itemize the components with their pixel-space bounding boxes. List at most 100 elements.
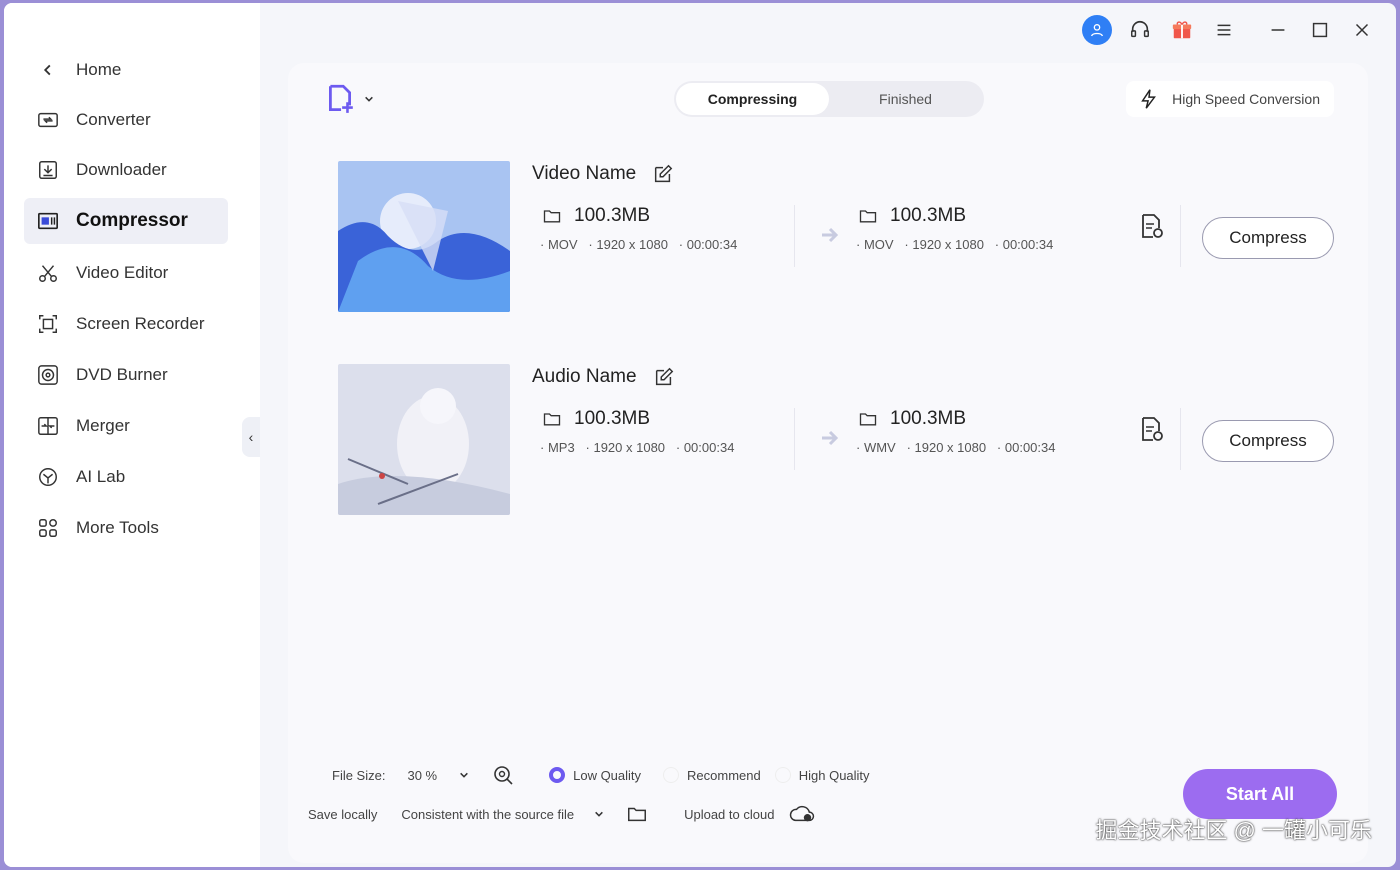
source-resolution: 1920 x 1080 [596, 237, 668, 252]
sidebar-item-label: DVD Burner [76, 365, 168, 384]
chevron-down-icon [365, 96, 373, 102]
sidebar-item-video-editor[interactable]: Video Editor [24, 250, 228, 296]
tab-compressing[interactable]: Compressing [676, 83, 829, 115]
sidebar-item-label: Merger [76, 416, 130, 435]
low-quality-option[interactable]: Low Quality [549, 767, 641, 783]
high-quality-option[interactable]: High Quality [774, 767, 870, 783]
chevron-left-icon: ‹ [248, 429, 254, 445]
main-panel: Compressing Finished High Speed Conversi… [288, 63, 1368, 863]
audio-thumbnail[interactable] [338, 364, 510, 515]
chevron-left-icon [36, 58, 60, 82]
output-info: 100.3MB · MOV · 1920 x 1080 · 00:00:34 [856, 205, 1054, 252]
folder-icon [859, 413, 877, 426]
lightning-icon [1141, 89, 1157, 109]
recommend-option[interactable]: Recommend [663, 767, 761, 783]
close-button[interactable] [1348, 16, 1376, 44]
compress-button[interactable]: Compress [1202, 217, 1334, 259]
sidebar-item-compressor[interactable]: Compressor [24, 198, 228, 244]
sidebar-item-merger[interactable]: Merger [24, 403, 228, 449]
file-card: Video Name 100.3MB · MOV · 1920 x 1080 ·… [318, 147, 1338, 317]
output-duration: 00:00:34 [1004, 440, 1056, 455]
divider [1180, 408, 1181, 470]
sidebar-item-screen-recorder[interactable]: Screen Recorder [24, 301, 228, 347]
source-format: MOV [547, 237, 578, 252]
source-duration: 00:00:34 [683, 440, 735, 455]
output-info: 100.3MB · WMV · 1920 x 1080 · 00:00:34 [856, 408, 1056, 455]
sidebar-item-converter[interactable]: Converter [24, 97, 228, 143]
save-location-label: Save locally [308, 806, 378, 822]
headset-icon [1131, 20, 1149, 38]
disc-icon [36, 363, 60, 387]
titlebar [1082, 15, 1376, 45]
add-file-icon [329, 84, 353, 113]
minimize-button[interactable] [1264, 16, 1292, 44]
scissors-icon [36, 261, 60, 285]
source-size: 100.3MB [574, 205, 651, 226]
sidebar-item-label: Compressor [76, 210, 188, 231]
radio [774, 767, 791, 783]
grid-icon [36, 516, 60, 540]
sidebar-item-label: Video Editor [76, 263, 169, 282]
menu-icon [1217, 24, 1231, 36]
preview-icon[interactable] [491, 763, 515, 787]
screen-record-icon [36, 312, 60, 336]
radio-selected [549, 767, 566, 783]
sidebar-item-label: Converter [76, 110, 151, 129]
folder-open-icon[interactable] [626, 803, 648, 825]
menu-button[interactable] [1210, 16, 1238, 44]
cloud-upload-icon[interactable] [788, 803, 816, 825]
sidebar-item-label: Home [76, 60, 122, 79]
source-duration: 00:00:34 [686, 237, 738, 252]
high-speed-label: High Speed Conversion [1172, 91, 1320, 107]
start-all-button[interactable]: Start All [1183, 769, 1337, 819]
save-location-select[interactable]: Consistent with the source file [401, 807, 604, 822]
file-settings-icon[interactable] [1136, 414, 1166, 444]
gift-icon [1172, 21, 1192, 39]
output-resolution: 1920 x 1080 [912, 237, 984, 252]
tab-finished[interactable]: Finished [829, 83, 982, 115]
status-tabs: Compressing Finished [674, 81, 984, 117]
file-name: Video Name [532, 163, 674, 185]
sidebar: Home Converter Downloader Compressor Vid… [4, 3, 260, 867]
sidebar-item-label: Screen Recorder [76, 314, 205, 333]
high-speed-conversion-toggle[interactable]: High Speed Conversion [1126, 81, 1334, 117]
sidebar-item-more-tools[interactable]: More Tools [24, 505, 228, 551]
ai-lab-icon [36, 465, 60, 489]
chevron-down-icon [460, 772, 468, 778]
file-name: Audio Name [532, 366, 675, 388]
gift-button[interactable] [1168, 16, 1196, 44]
sidebar-item-downloader[interactable]: Downloader [24, 147, 228, 193]
output-format: MOV [863, 237, 894, 252]
add-file-button[interactable] [324, 83, 374, 115]
edit-icon[interactable] [652, 163, 674, 185]
video-thumbnail[interactable] [338, 161, 510, 312]
file-size-select[interactable]: 30 % [407, 768, 469, 783]
radio [663, 767, 680, 783]
compress-button[interactable]: Compress [1202, 420, 1334, 462]
maximize-icon [1312, 22, 1328, 38]
sidebar-item-label: Downloader [76, 160, 167, 179]
sidebar-item-home[interactable]: Home [24, 47, 228, 93]
file-settings-icon[interactable] [1136, 211, 1166, 241]
close-icon [1355, 23, 1369, 37]
maximize-button[interactable] [1306, 16, 1334, 44]
arrow-right-icon [822, 227, 839, 243]
output-size: 100.3MB [890, 205, 967, 226]
minimize-icon [1271, 29, 1285, 31]
output-format: WMV [863, 440, 896, 455]
edit-icon[interactable] [653, 366, 675, 388]
sidebar-item-dvd-burner[interactable]: DVD Burner [24, 352, 228, 398]
watermark-text: 掘金技术社区 @ 一罐小可乐 [1095, 818, 1372, 843]
upload-cloud-label: Upload to cloud [684, 806, 775, 822]
file-size-label: File Size: [332, 767, 386, 783]
sidebar-item-ai-lab[interactable]: AI Lab [24, 454, 228, 500]
converter-icon [36, 108, 60, 132]
divider [1180, 205, 1181, 267]
output-size: 100.3MB [890, 408, 967, 429]
support-button[interactable] [1126, 16, 1154, 44]
divider [794, 408, 795, 470]
sidebar-item-label: More Tools [76, 518, 159, 537]
account-avatar[interactable] [1082, 15, 1112, 45]
chevron-down-icon [595, 811, 603, 817]
collapse-sidebar-button[interactable]: ‹ [242, 417, 260, 457]
